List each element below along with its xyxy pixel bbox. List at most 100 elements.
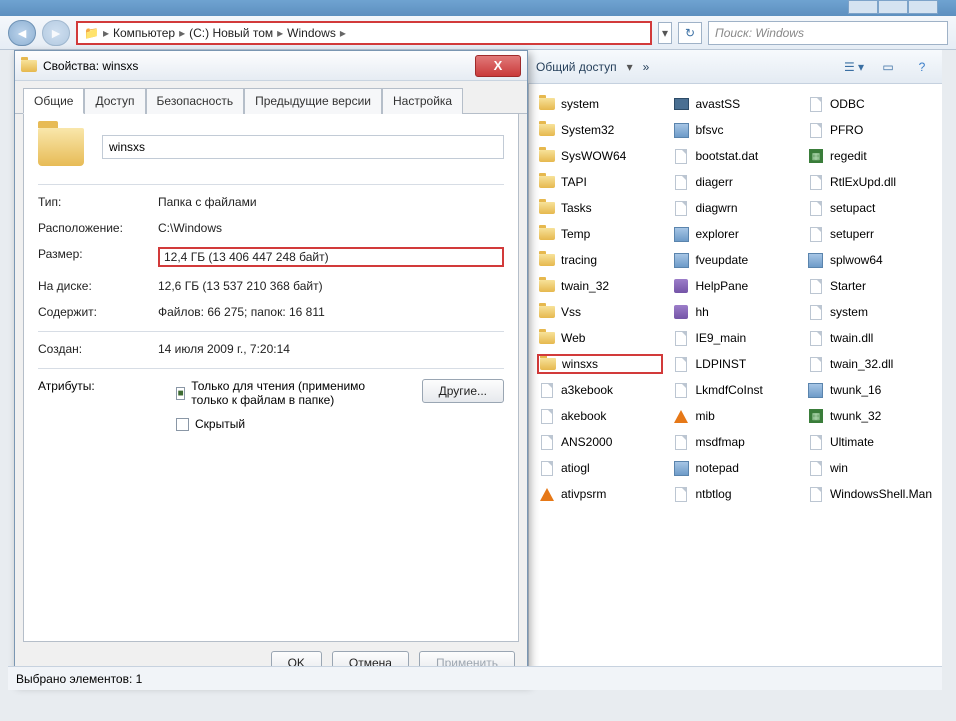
file-item[interactable]: setupact [806, 198, 934, 218]
file-item[interactable]: ▦regedit [806, 146, 934, 166]
file-item[interactable]: diagerr [671, 172, 797, 192]
vlc-icon [539, 487, 555, 501]
file-item[interactable]: akebook [537, 406, 663, 426]
file-item[interactable]: Temp [537, 224, 663, 244]
file-item[interactable]: ntbtlog [671, 484, 797, 504]
file-item[interactable]: mib [671, 406, 797, 426]
file-item[interactable]: win [806, 458, 934, 478]
help-button[interactable]: ? [910, 57, 934, 77]
file-name: system [830, 305, 868, 319]
breadcrumb[interactable]: 📁 ▸ Компьютер ▸ (C:) Новый том ▸ Windows… [76, 21, 652, 45]
value-location: C:\Windows [158, 221, 504, 235]
file-item[interactable]: twain_32 [537, 276, 663, 296]
file-name: PFRO [830, 123, 863, 137]
window-close-button[interactable] [908, 0, 938, 14]
file-item[interactable]: Web [537, 328, 663, 348]
explorer-toolbar: Общий доступ ▾ » ☰ ▾ ▭ ? [528, 50, 942, 84]
label-size: Размер: [38, 247, 158, 267]
tab-general[interactable]: Общие [23, 88, 84, 114]
registry-icon: ▦ [808, 409, 824, 423]
minimize-button[interactable] [848, 0, 878, 14]
file-item[interactable]: ativpsrm [537, 484, 663, 504]
file-item[interactable]: hh [671, 302, 797, 322]
file-item[interactable]: explorer [671, 224, 797, 244]
close-button[interactable]: X [475, 55, 521, 77]
file-item[interactable]: LkmdfCoInst [671, 380, 797, 400]
file-item[interactable]: HelpPane [671, 276, 797, 296]
file-name: LkmdfCoInst [695, 383, 762, 397]
back-button[interactable]: ◄ [8, 20, 36, 46]
share-dropdown[interactable]: Общий доступ [536, 60, 617, 74]
more-attributes-button[interactable]: Другие... [422, 379, 504, 403]
file-item[interactable]: twain_32.dll [806, 354, 934, 374]
crumb-folder[interactable]: Windows [287, 26, 336, 40]
search-input[interactable]: Поиск: Windows [708, 21, 948, 45]
readonly-checkbox[interactable]: ■ Только для чтения (применимо только к … [176, 379, 404, 407]
folder-name-input[interactable] [102, 135, 504, 159]
crumb-computer[interactable]: Компьютер [113, 26, 175, 40]
chm-icon [673, 305, 689, 319]
file-item[interactable]: bootstat.dat [671, 146, 797, 166]
maximize-button[interactable] [878, 0, 908, 14]
tab-security[interactable]: Безопасность [146, 88, 245, 114]
refresh-button[interactable]: ↻ [678, 22, 702, 44]
file-item[interactable]: RtlExUpd.dll [806, 172, 934, 192]
file-item[interactable]: atiogl [537, 458, 663, 478]
file-item[interactable]: fveupdate [671, 250, 797, 270]
address-history-dropdown[interactable]: ▾ [658, 22, 672, 44]
file-item[interactable]: bfsvc [671, 120, 797, 140]
file-item[interactable]: Tasks [537, 198, 663, 218]
file-item[interactable]: IE9_main [671, 328, 797, 348]
file-item[interactable]: System32 [537, 120, 663, 140]
tab-customize[interactable]: Настройка [382, 88, 463, 114]
file-item[interactable]: splwow64 [806, 250, 934, 270]
file-item[interactable]: ODBC [806, 94, 934, 114]
folder-icon [539, 123, 555, 137]
file-item[interactable]: Vss [537, 302, 663, 322]
preview-pane-button[interactable]: ▭ [876, 57, 900, 77]
file-icon [539, 461, 555, 475]
file-name: WindowsShell.Man [830, 487, 932, 501]
view-options-button[interactable]: ☰ ▾ [842, 57, 866, 77]
file-item[interactable]: system [806, 302, 934, 322]
file-item[interactable]: winsxs [537, 354, 663, 374]
file-item[interactable]: PFRO [806, 120, 934, 140]
crumb-drive[interactable]: (C:) Новый том [189, 26, 273, 40]
file-item[interactable]: msdfmap [671, 432, 797, 452]
file-item[interactable]: LDPINST [671, 354, 797, 374]
file-name: win [830, 461, 848, 475]
file-item[interactable]: ▦twunk_32 [806, 406, 934, 426]
file-item[interactable]: setuperr [806, 224, 934, 244]
file-item[interactable]: a3kebook [537, 380, 663, 400]
label-location: Расположение: [38, 221, 158, 235]
file-name: Web [561, 331, 585, 345]
file-item[interactable]: ANS2000 [537, 432, 663, 452]
file-name: TAPI [561, 175, 587, 189]
file-item[interactable]: SysWOW64 [537, 146, 663, 166]
file-item[interactable]: WindowsShell.Man [806, 484, 934, 504]
file-item[interactable]: system [537, 94, 663, 114]
file-icon [808, 357, 824, 371]
folder-icon [539, 331, 555, 345]
file-item[interactable]: avastSS [671, 94, 797, 114]
file-item[interactable]: Ultimate [806, 432, 934, 452]
file-item[interactable]: diagwrn [671, 198, 797, 218]
monitor-icon [673, 97, 689, 111]
hidden-checkbox[interactable]: Скрытый [176, 417, 404, 431]
tab-prev-versions[interactable]: Предыдущие версии [244, 88, 382, 114]
forward-button[interactable]: ► [42, 20, 70, 46]
file-item[interactable]: tracing [537, 250, 663, 270]
tab-access[interactable]: Доступ [84, 88, 145, 114]
file-item[interactable]: Starter [806, 276, 934, 296]
status-text: Выбрано элементов: 1 [16, 672, 142, 686]
file-item[interactable]: twunk_16 [806, 380, 934, 400]
file-name: SysWOW64 [561, 149, 626, 163]
file-item[interactable]: twain.dll [806, 328, 934, 348]
file-item[interactable]: TAPI [537, 172, 663, 192]
folder-icon [21, 59, 37, 73]
chevron-right-icon: ▸ [179, 26, 185, 40]
toolbar-overflow[interactable]: » [643, 60, 650, 74]
file-icon [673, 487, 689, 501]
dialog-titlebar[interactable]: Свойства: winsxs X [15, 51, 527, 81]
file-item[interactable]: notepad [671, 458, 797, 478]
